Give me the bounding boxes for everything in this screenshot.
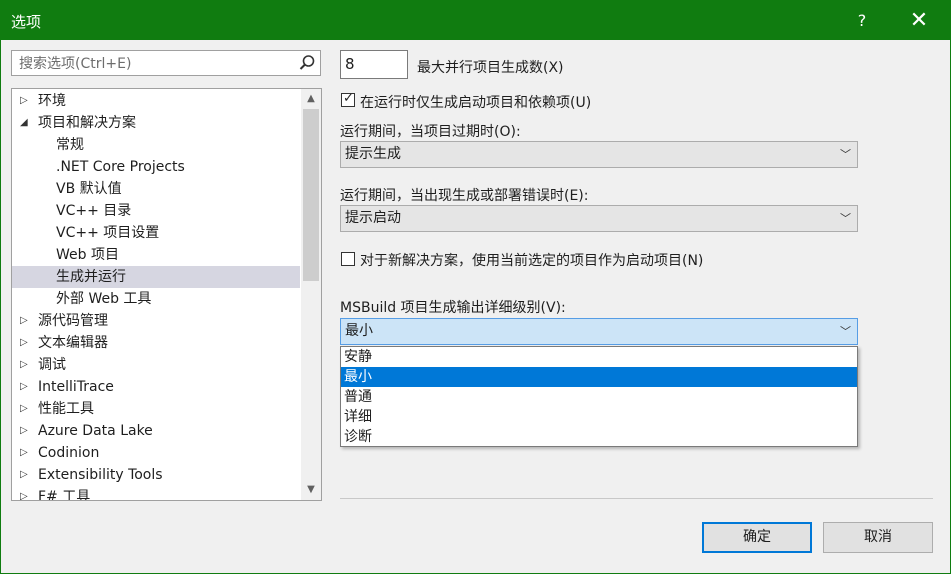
chevron-down-icon: ﹀: [840, 212, 851, 225]
collapsed-arrow-icon[interactable]: ▷: [20, 354, 30, 376]
tree-item[interactable]: VC++ 目录: [12, 200, 300, 222]
msbuild-value: 最小: [345, 323, 373, 339]
new-solution-checkbox[interactable]: [341, 252, 355, 266]
tree-item-label: 源代码管理: [38, 313, 108, 329]
tree-item-label: Extensibility Tools: [38, 467, 163, 483]
tree-item[interactable]: 外部 Web 工具: [12, 288, 300, 310]
errors-combo[interactable]: 提示启动 ﹀: [340, 205, 858, 232]
collapsed-arrow-icon[interactable]: ▷: [20, 420, 30, 442]
only-startup-checkbox[interactable]: ✓: [341, 91, 355, 107]
tree-item[interactable]: ▷ F# 工具: [12, 486, 300, 501]
tree-item[interactable]: ▷ 环境: [12, 90, 300, 112]
collapsed-arrow-icon[interactable]: ▷: [20, 90, 30, 112]
window-title: 选项: [11, 13, 42, 31]
collapsed-arrow-icon[interactable]: ▷: [20, 442, 30, 464]
tree-item-label: 性能工具: [38, 401, 94, 417]
tree-item-label: Codinion: [38, 445, 100, 461]
search-box: [11, 50, 321, 76]
check-icon: ✓: [343, 91, 354, 106]
only-startup-label: 在运行时仅生成启动项目和依赖项(U): [360, 95, 592, 111]
tree-item-label: .NET Core Projects: [56, 159, 185, 175]
tree-item-label: VB 默认值: [56, 181, 122, 197]
expanded-arrow-icon[interactable]: ◢: [20, 112, 30, 134]
tree-item-label: 常规: [56, 137, 84, 153]
divider: [340, 498, 933, 499]
dropdown-option[interactable]: 最小: [341, 367, 857, 387]
tree-item-label: VC++ 目录: [56, 203, 132, 219]
tree-item[interactable]: VC++ 项目设置: [12, 222, 300, 244]
msbuild-combo[interactable]: 最小 ﹀: [340, 318, 858, 345]
tree-item-label: Web 项目: [56, 247, 119, 263]
scroll-down-icon[interactable]: ▼: [301, 480, 321, 500]
tree-item[interactable]: VB 默认值: [12, 178, 300, 200]
tree-item-label: Azure Data Lake: [38, 423, 153, 439]
tree-item[interactable]: ▷ 性能工具: [12, 398, 300, 420]
outdated-value: 提示生成: [345, 146, 401, 162]
tree-item-label: 生成并运行: [56, 269, 126, 285]
tree-item[interactable]: ▷ IntelliTrace: [12, 376, 300, 398]
tree-item-label: F# 工具: [38, 489, 91, 501]
tree-item[interactable]: 生成并运行: [12, 266, 300, 288]
help-button[interactable]: ?: [839, 1, 885, 40]
tree-item[interactable]: ▷ 源代码管理: [12, 310, 300, 332]
tree-item[interactable]: ▷ Extensibility Tools: [12, 464, 300, 486]
title-bar: 选项 ? ✕: [1, 1, 950, 40]
dropdown-option[interactable]: 安静: [341, 347, 857, 367]
tree-item-label: 文本编辑器: [38, 335, 108, 351]
tree-item[interactable]: Web 项目: [12, 244, 300, 266]
new-solution-label: 对于新解决方案，使用当前选定的项目作为启动项目(N): [360, 253, 704, 269]
tree-item[interactable]: ▷ 文本编辑器: [12, 332, 300, 354]
scroll-thumb[interactable]: [303, 109, 319, 281]
tree-scrollbar[interactable]: ▲ ▼: [301, 89, 321, 500]
collapsed-arrow-icon[interactable]: ▷: [20, 464, 30, 486]
dropdown-option[interactable]: 诊断: [341, 427, 857, 447]
collapsed-arrow-icon[interactable]: ▷: [20, 332, 30, 354]
tree-item[interactable]: ▷ Azure Data Lake: [12, 420, 300, 442]
chevron-down-icon: ﹀: [840, 148, 851, 161]
search-icon[interactable]: [298, 54, 316, 72]
tree-item[interactable]: ▷ 调试: [12, 354, 300, 376]
msbuild-label: MSBuild 项目生成输出详细级别(V):: [340, 300, 566, 316]
ok-button[interactable]: 确定: [702, 522, 812, 553]
parallel-builds-input[interactable]: 8: [340, 50, 408, 79]
dropdown-option[interactable]: 普通: [341, 387, 857, 407]
collapsed-arrow-icon[interactable]: ▷: [20, 376, 30, 398]
tree-item-label: VC++ 项目设置: [56, 225, 160, 241]
tree-item[interactable]: .NET Core Projects: [12, 156, 300, 178]
errors-value: 提示启动: [345, 210, 401, 226]
tree-item-label: IntelliTrace: [38, 379, 114, 395]
dropdown-option[interactable]: 详细: [341, 407, 857, 427]
tree-item-label: 调试: [38, 357, 66, 373]
tree-item-label: 外部 Web 工具: [56, 291, 152, 307]
errors-label: 运行期间，当出现生成或部署错误时(E):: [340, 188, 589, 204]
scroll-up-icon[interactable]: ▲: [301, 89, 321, 109]
outdated-label: 运行期间，当项目过期时(O):: [340, 124, 521, 140]
tree-item[interactable]: 常规: [12, 134, 300, 156]
tree-item-label: 环境: [38, 93, 66, 109]
outdated-combo[interactable]: 提示生成 ﹀: [340, 141, 858, 168]
tree-item[interactable]: ◢ 项目和解决方案: [12, 112, 300, 134]
collapsed-arrow-icon[interactable]: ▷: [20, 486, 30, 500]
options-tree: ▷ 环境 ◢ 项目和解决方案常规 .NET Core Projects VB 默认值 VC+…: [11, 88, 322, 501]
search-input[interactable]: [17, 54, 291, 74]
tree-item[interactable]: ▷ Codinion: [12, 442, 300, 464]
close-button[interactable]: ✕: [896, 1, 942, 40]
collapsed-arrow-icon[interactable]: ▷: [20, 310, 30, 332]
parallel-builds-label: 最大并行项目生成数(X): [417, 60, 564, 76]
cancel-button[interactable]: 取消: [823, 522, 933, 553]
tree-item-label: 项目和解决方案: [38, 115, 136, 131]
msbuild-dropdown-list: 安静 最小 普通 详细 诊断: [340, 346, 858, 447]
collapsed-arrow-icon[interactable]: ▷: [20, 398, 30, 420]
chevron-down-icon: ﹀: [840, 325, 851, 338]
options-dialog: 选项 ? ✕ ▷ 环境 ◢ 项目和解决方案常规 .NET Core Projects VB…: [0, 0, 951, 574]
